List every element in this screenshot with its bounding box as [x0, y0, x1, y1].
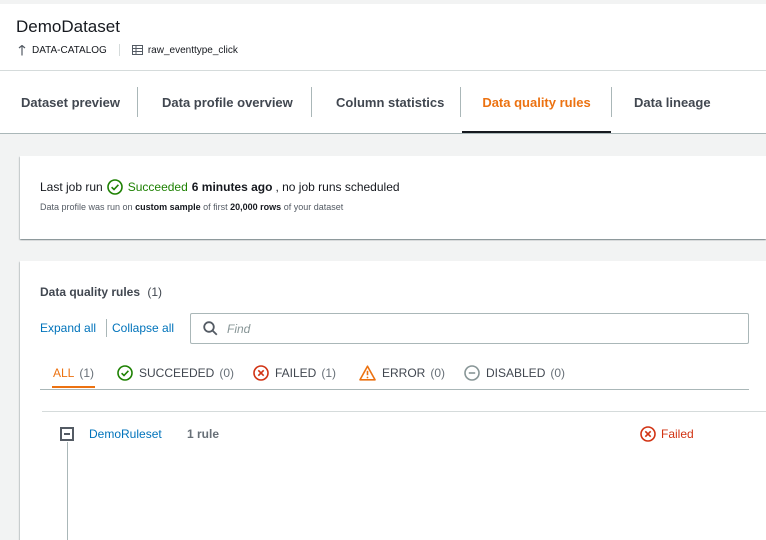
tab-bar: Dataset preview Data profile overview Co…: [0, 71, 766, 134]
profile-note-rows: 20,000 rows: [230, 202, 282, 212]
tab-divider: [611, 87, 612, 117]
filter-label: DISABLED: [486, 366, 546, 380]
table-label: raw_eventtype_click: [147, 44, 238, 56]
filter-label: ALL: [53, 366, 75, 380]
filter-disabled[interactable]: DISABLED (0): [464, 359, 565, 387]
profile-note: Data profile was run on custom sample of…: [40, 202, 343, 212]
tab-data-profile-overview[interactable]: Data profile overview: [162, 71, 293, 133]
collapse-all-link[interactable]: Collapse all: [112, 321, 174, 335]
filters-divider: [40, 389, 749, 390]
x-circle-icon: [253, 365, 269, 381]
warning-icon: [359, 365, 376, 381]
rules-heading: Data quality rules (1): [40, 285, 162, 299]
tab-divider: [137, 87, 138, 117]
rules-title: Data quality rules: [40, 285, 141, 299]
profile-note-text: Data profile was run on: [40, 202, 133, 212]
filter-label: ERROR: [382, 366, 426, 380]
filter-count: (1): [79, 366, 95, 380]
rules-count: (1): [147, 285, 163, 299]
tree-connector-line: [67, 442, 68, 540]
filter-count: (0): [430, 366, 446, 380]
filter-succeeded[interactable]: SUCCEEDED (0): [117, 359, 234, 387]
tab-divider: [311, 87, 312, 117]
ruleset-row: DemoRuleset 1 rule Failed: [42, 411, 766, 455]
job-status-text: Succeeded: [127, 180, 188, 194]
page-header: DemoDataset DATA-CATALOG raw_eventtype_c…: [0, 0, 766, 134]
link-divider: [106, 319, 107, 337]
meta-divider: [118, 44, 120, 56]
dataset-meta: DATA-CATALOG raw_eventtype_click: [16, 44, 238, 56]
tab-data-quality-rules[interactable]: Data quality rules: [462, 71, 611, 134]
check-circle-icon: [117, 365, 133, 381]
ruleset-rule-count: 1 rule: [187, 427, 220, 441]
filter-count: (0): [219, 366, 235, 380]
search-icon: [203, 321, 218, 336]
filter-label: FAILED: [275, 366, 317, 380]
job-status: Succeeded: [106, 179, 188, 195]
last-job-run: Last job run Succeeded 6 minutes ago , n…: [40, 179, 400, 195]
catalog-label: DATA-CATALOG: [32, 44, 107, 56]
x-circle-icon: [640, 426, 656, 442]
ruleset-name-link[interactable]: DemoRuleset: [89, 427, 162, 441]
filter-all[interactable]: ALL (1): [52, 359, 96, 388]
check-circle-icon: [106, 179, 123, 195]
search-box[interactable]: [190, 313, 749, 344]
ruleset-status: Failed: [640, 426, 694, 442]
job-summary-card: Last job run Succeeded 6 minutes ago , n…: [20, 156, 766, 239]
profile-note-text: of your dataset: [283, 202, 344, 212]
filter-count: (0): [550, 366, 566, 380]
page-title: DemoDataset: [16, 17, 120, 36]
filter-error[interactable]: ERROR (0): [359, 359, 445, 387]
tab-column-statistics[interactable]: Column statistics: [336, 71, 444, 133]
expand-all-link[interactable]: Expand all: [40, 321, 96, 335]
tab-divider: [460, 87, 461, 117]
filter-failed[interactable]: FAILED (1): [253, 359, 336, 387]
job-schedule: , no job runs scheduled: [275, 180, 400, 194]
tab-dataset-preview[interactable]: Dataset preview: [21, 71, 120, 133]
top-strip: [0, 0, 766, 4]
last-job-label: Last job run: [40, 180, 103, 194]
tabs-bottom-border: [0, 133, 766, 134]
filter-count: (1): [321, 366, 337, 380]
profile-note-sample: custom sample: [135, 202, 201, 212]
table-icon: [132, 44, 144, 56]
search-input[interactable]: [227, 321, 707, 336]
rules-card: Data quality rules (1) Expand all Collap…: [20, 261, 766, 540]
collapse-toggle-icon[interactable]: [60, 427, 74, 441]
job-time: 6 minutes ago: [191, 180, 273, 194]
tab-data-lineage[interactable]: Data lineage: [634, 71, 711, 133]
filter-label: SUCCEEDED: [139, 366, 215, 380]
profile-note-text: of first: [203, 202, 228, 212]
catalog-icon: [16, 44, 28, 56]
minus-circle-icon: [464, 365, 480, 381]
status-filter-tabs: ALL (1) SUCCEEDED (0) FAILED (1) ERROR (…: [40, 359, 749, 389]
ruleset-status-text: Failed: [661, 427, 694, 441]
